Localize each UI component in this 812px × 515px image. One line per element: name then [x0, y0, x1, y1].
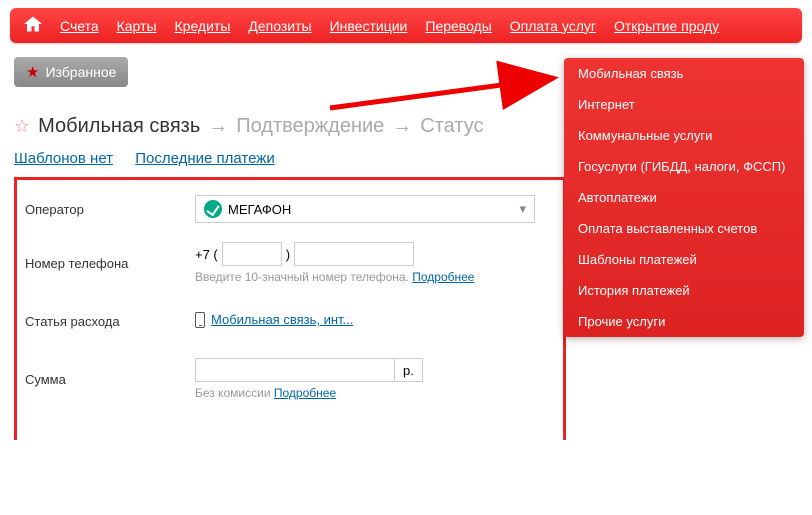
favorites-button[interactable]: ★ Избранное [14, 57, 128, 87]
breadcrumb-step-1: Мобильная связь [38, 115, 200, 138]
dropdown-item-utilities[interactable]: Коммунальные услуги [564, 120, 804, 151]
dropdown-item-autopay[interactable]: Автоплатежи [564, 182, 804, 213]
star-icon: ★ [26, 63, 39, 81]
sum-more-link[interactable]: Подробнее [274, 386, 336, 400]
phone-number-input[interactable] [294, 242, 414, 266]
dropdown-item-gov[interactable]: Госуслуги (ГИБДД, налоги, ФССП) [564, 151, 804, 182]
tab-no-templates[interactable]: Шаблонов нет [14, 150, 113, 167]
operator-label: Оператор [25, 202, 195, 217]
sum-label: Сумма [25, 372, 195, 387]
chevron-down-icon: ▾ [519, 201, 526, 217]
sum-input[interactable] [195, 358, 395, 382]
currency-label: р. [395, 358, 423, 382]
phone-more-link[interactable]: Подробнее [412, 270, 474, 284]
phone-icon [195, 312, 205, 328]
dropdown-item-internet[interactable]: Интернет [564, 89, 804, 120]
nav-deposits[interactable]: Депозиты [248, 18, 311, 34]
nav-payments[interactable]: Оплата услуг [510, 18, 596, 34]
star-outline-icon[interactable]: ☆ [14, 116, 30, 137]
expense-link-text: Мобильная связь, инт... [211, 312, 353, 327]
expense-label: Статья расхода [25, 314, 195, 329]
dropdown-item-bills[interactable]: Оплата выставленных счетов [564, 213, 804, 244]
operator-select[interactable]: МЕГАФОН ▾ [195, 195, 535, 223]
nav-investments[interactable]: Инвестиции [330, 18, 408, 34]
dropdown-item-mobile[interactable]: Мобильная связь [564, 58, 804, 89]
nav-open-products[interactable]: Открытие проду [614, 18, 719, 34]
nav-transfers[interactable]: Переводы [425, 18, 491, 34]
nav-cards[interactable]: Карты [117, 18, 157, 34]
payments-dropdown: Мобильная связь Интернет Коммунальные ус… [564, 58, 804, 337]
operator-value: МЕГАФОН [228, 202, 291, 217]
sum-hint: Без комиссии [195, 386, 271, 400]
megafon-icon [204, 200, 222, 218]
phone-code-input[interactable] [222, 242, 282, 266]
breadcrumb-arrow-icon: → [208, 115, 228, 138]
dropdown-item-other[interactable]: Прочие услуги [564, 306, 804, 337]
phone-hint: Введите 10-значный номер телефона. [195, 270, 409, 284]
favorites-label: Избранное [45, 64, 116, 80]
annotation-arrow [330, 76, 570, 119]
phone-paren: ) [286, 247, 290, 262]
phone-prefix: +7 ( [195, 247, 218, 262]
nav-credits[interactable]: Кредиты [175, 18, 231, 34]
tab-recent-payments[interactable]: Последние платежи [135, 150, 275, 167]
main-navbar: Счета Карты Кредиты Депозиты Инвестиции … [10, 8, 802, 43]
payment-form: Оператор МЕГАФОН ▾ Номер телефона +7 ( )… [14, 177, 566, 440]
nav-accounts[interactable]: Счета [60, 18, 99, 34]
expense-category-link[interactable]: Мобильная связь, инт... [195, 312, 353, 328]
dropdown-item-templates[interactable]: Шаблоны платежей [564, 244, 804, 275]
dropdown-item-history[interactable]: История платежей [564, 275, 804, 306]
phone-label: Номер телефона [25, 256, 195, 271]
home-icon[interactable] [24, 16, 42, 35]
